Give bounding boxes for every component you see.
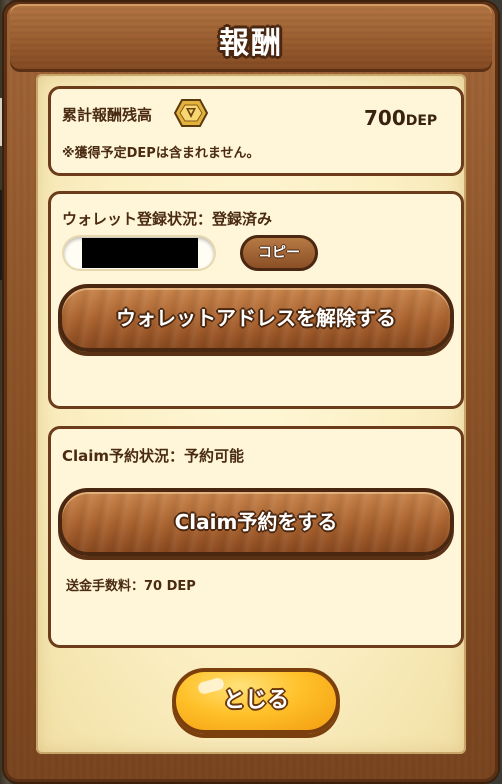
claim-reserve-button[interactable]: Claim予約をする xyxy=(58,488,454,556)
dialog-body xyxy=(36,74,466,754)
close-button[interactable]: とじる xyxy=(172,668,340,734)
unlink-wallet-button[interactable]: ウォレットアドレスを解除する xyxy=(58,284,454,352)
button-shine xyxy=(196,676,226,696)
reward-balance-value: 700DEP xyxy=(364,106,437,130)
dep-coin-icon xyxy=(174,99,208,127)
close-button-label: とじる xyxy=(222,688,289,713)
dialog-title: 報酬 xyxy=(219,26,283,61)
wallet-address-redaction xyxy=(82,238,198,268)
reward-balance-number: 700 xyxy=(364,106,406,130)
title-board: 報酬 xyxy=(10,4,492,72)
reward-balance-card xyxy=(48,86,464,176)
wallet-status-label: ウォレット登録状況：登録済み xyxy=(62,210,273,228)
reward-balance-unit: DEP xyxy=(405,113,438,129)
copy-button[interactable]: コピー xyxy=(240,235,318,271)
transfer-fee-label: 送金手数料：70 DEP xyxy=(66,579,196,594)
claim-status-label: Claim予約状況：予約可能 xyxy=(62,447,245,465)
reward-note: ※獲得予定DEPは含まれません。 xyxy=(62,146,260,161)
reward-balance-label: 累計報酬残高 xyxy=(62,106,153,124)
